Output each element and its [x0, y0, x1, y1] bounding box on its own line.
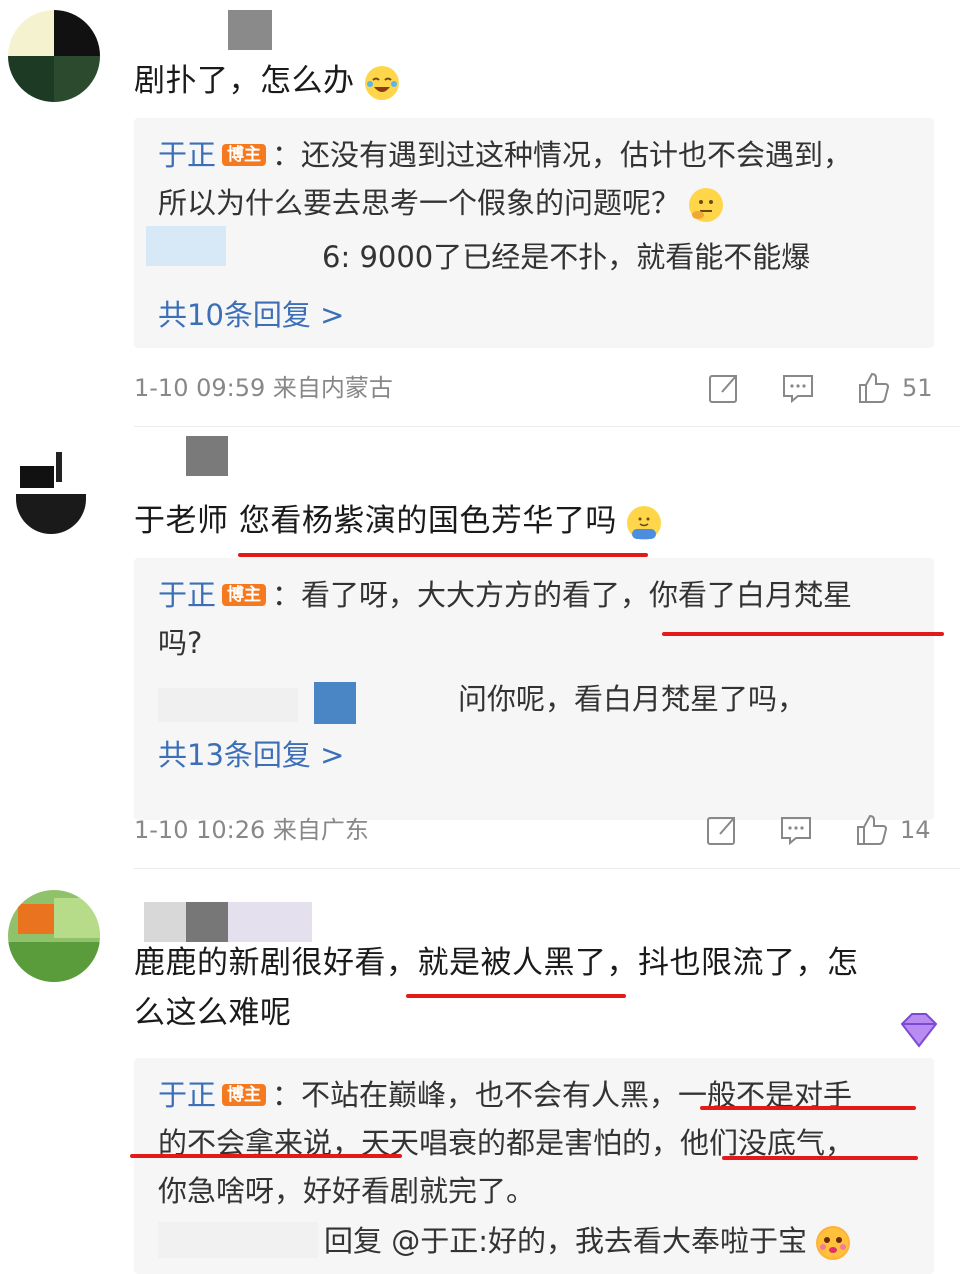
- timestamp-location: 1-10 10:26 来自广东: [134, 816, 369, 844]
- like-button[interactable]: 51: [856, 368, 933, 408]
- reply-author[interactable]: 于正: [158, 578, 216, 612]
- diamond-badge-icon: [896, 1010, 942, 1050]
- divider: [134, 426, 960, 427]
- blogger-badge: 博主: [222, 1084, 267, 1106]
- blogger-badge: 博主: [222, 144, 267, 166]
- reply-box[interactable]: 于正 博主 ：还没有遇到过这种情况，估计也不会遇到， 所以为什么要去思考一个假象的问…: [134, 118, 934, 348]
- share-button[interactable]: [706, 368, 742, 408]
- username-redacted[interactable]: [144, 902, 312, 942]
- timestamp-location: 1-10 09:59 来自内蒙古: [134, 374, 393, 402]
- like-count: 51: [902, 374, 933, 402]
- think-emoji: [689, 188, 724, 222]
- reply-box[interactable]: 于正 博主 ：不站在巅峰，也不会有人黑，一般不是对手 的不会拿来说，天天唱衰的都是害…: [134, 1058, 934, 1274]
- highlighted-text: 您看杨紫演的国色芳华了吗: [238, 503, 617, 539]
- reply-line: 于正 博主 ：不站在巅峰，也不会有人黑，一般不是对手: [158, 1078, 853, 1112]
- like-count: 14: [900, 816, 931, 844]
- reply-box[interactable]: 于正 博主 ：看了呀，大大方方的看了，你看了白月梵星 吗? 问你呢，看白月梵星了吗，…: [134, 558, 934, 820]
- comment-2: 于老师 您看杨紫演的国色芳华了吗 于正 博主 ：看了呀，大大方方的看了，你看了白月梵…: [0, 430, 960, 870]
- comment-button[interactable]: [780, 368, 816, 408]
- comment-text: 鹿鹿的新剧很好看，就是被人黑了，抖也限流了，怎 么这么难呢: [134, 945, 859, 1031]
- cute-emoji: [816, 1226, 851, 1260]
- comment-button[interactable]: [778, 810, 814, 850]
- red-underline: [130, 1154, 402, 1158]
- comment-icon: [783, 375, 813, 404]
- hug-emoji: [627, 505, 662, 540]
- divider: [134, 868, 960, 869]
- red-underline: [238, 553, 648, 557]
- red-underline: [722, 1156, 918, 1160]
- like-button[interactable]: 14: [854, 810, 931, 850]
- red-underline: [406, 994, 626, 998]
- sub-reply-username-redacted: [158, 688, 298, 722]
- like-icon: [859, 372, 890, 403]
- sub-reply-username-redacted: [158, 1222, 318, 1258]
- comment-3: 鹿鹿的新剧很好看，就是被人黑了，抖也限流了，怎 么这么难呢 于正 博主 ：不站在巅峰…: [0, 870, 960, 1274]
- more-replies-link[interactable]: 共10条回复 >: [158, 292, 344, 334]
- red-underline: [662, 632, 944, 636]
- reply-line: 于正 博主 ：还没有遇到过这种情况，估计也不会遇到，: [158, 138, 853, 172]
- username-redacted[interactable]: [228, 10, 272, 50]
- reply-line: 吗?: [158, 626, 203, 660]
- share-button[interactable]: [704, 810, 740, 850]
- avatar[interactable]: [10, 444, 102, 536]
- share-icon: [709, 375, 737, 403]
- meta-row: 1-10 10:26 来自广东 14: [134, 810, 934, 850]
- reply-line: 于正 博主 ：看了呀，大大方方的看了，你看了白月梵星: [158, 578, 853, 612]
- sub-reply-avatar-redacted: [314, 682, 356, 724]
- sub-reply[interactable]: 6: 9000了已经是不扑，就看能不能爆: [322, 234, 810, 280]
- more-replies-link[interactable]: 共13条回复 >: [158, 732, 344, 774]
- red-underline: [700, 1106, 916, 1110]
- meta-row: 1-10 09:59 来自内蒙古 51: [134, 368, 934, 408]
- share-icon: [707, 817, 735, 845]
- sub-reply-avatar-redacted: [146, 226, 226, 266]
- laugh-cry-emoji: [364, 65, 399, 100]
- comment-icon: [781, 817, 811, 846]
- blogger-badge: 博主: [222, 584, 267, 606]
- comment-1: 剧扑了，怎么办 于正 博主 ：还没有遇到过这种情况，估计也不会遇到， 所以为什么要去…: [0, 0, 960, 430]
- reply-line: 所以为什么要去思考一个假象的问题呢？: [158, 180, 724, 226]
- like-icon: [857, 814, 888, 845]
- sub-reply[interactable]: 问你呢，看白月梵星了吗，: [458, 676, 806, 722]
- reply-line: 你急啥呀，好好看剧就完了。: [158, 1174, 536, 1208]
- comment-text: 剧扑了，怎么办: [134, 56, 399, 106]
- avatar[interactable]: [8, 890, 100, 982]
- comment-text: 于老师 您看杨紫演的国色芳华了吗: [134, 496, 662, 546]
- reply-author[interactable]: 于正: [158, 1078, 216, 1112]
- sub-reply[interactable]: 回复 @于正:好的，我去看大奉啦于宝: [324, 1218, 851, 1264]
- username-redacted[interactable]: [186, 436, 228, 476]
- reply-author[interactable]: 于正: [158, 138, 216, 172]
- avatar[interactable]: [8, 10, 100, 102]
